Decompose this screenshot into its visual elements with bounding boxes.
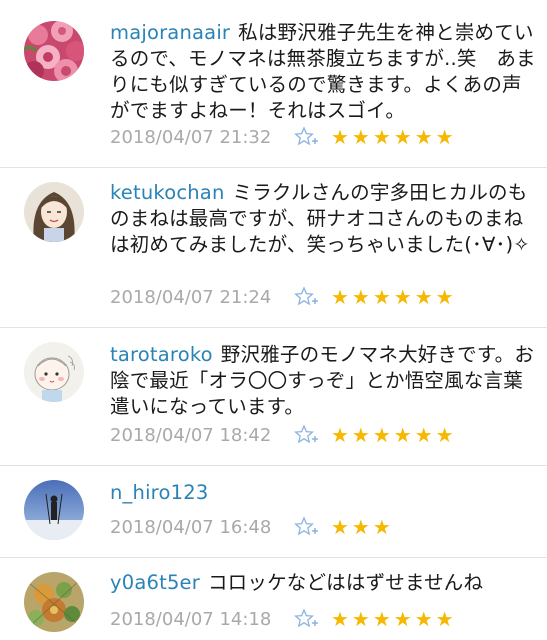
username-link[interactable]: y0a6t5er [110,571,200,594]
add-star-icon[interactable] [294,126,318,148]
comment-item: tarotaroko 野沢雅子のモノマネ大好きです。お陰で最近「オラ〇〇すっぞ」と… [0,328,547,466]
roses-photo-avatar-icon [24,21,84,81]
username-link[interactable]: tarotaroko [110,343,213,366]
timestamp: 2018/04/07 14:18 [110,608,272,630]
user-avatar[interactable] [24,21,84,81]
comment-body: tarotaroko 野沢雅子のモノマネ大好きです。お陰で最近「オラ〇〇すっぞ」と… [110,342,538,420]
baby-drawing-avatar-icon [24,342,84,402]
timestamp: 2018/04/07 16:48 [110,516,272,538]
comment-body: n_hiro123 [110,480,538,506]
comment-item: n_hiro123 2018/04/07 16:48 ★★★ [0,466,547,558]
comment-body: ketukochan ミラクルさんの宇多田ヒカルのものまねは最高ですが、研ナオコさ… [110,180,538,258]
timestamp: 2018/04/07 21:32 [110,126,272,148]
comment-meta: 2018/04/07 18:42 ★★★★★★ [110,423,457,447]
comment-item: y0a6t5er コロッケなどははずせませんね 2018/04/07 14:18 … [0,558,547,640]
comment-item: majoranaair 私は野沢雅子先生を神と崇めているので、モノマネは無茶腹立ち… [0,0,547,168]
comment-meta: 2018/04/07 21:32 ★★★★★★ [110,125,457,149]
timestamp: 2018/04/07 18:42 [110,424,272,446]
comment-list: majoranaair 私は野沢雅子先生を神と崇めているので、モノマネは無茶腹立ち… [0,0,547,640]
comment-body: y0a6t5er コロッケなどははずせませんね [110,570,538,596]
add-star-icon[interactable] [294,516,318,538]
user-avatar[interactable] [24,480,84,540]
star-rating: ★★★★★★ [331,607,457,631]
comment-meta: 2018/04/07 16:48 ★★★ [110,515,394,539]
add-star-icon[interactable] [294,608,318,630]
comment-meta: 2018/04/07 14:18 ★★★★★★ [110,607,457,631]
comment-item: ketukochan ミラクルさんの宇多田ヒカルのものまねは最高ですが、研ナオコさ… [0,168,547,328]
add-star-icon[interactable] [294,424,318,446]
username-link[interactable]: ketukochan [110,181,225,204]
username-link[interactable]: n_hiro123 [110,481,208,504]
skier-photo-avatar-icon [24,480,84,540]
girl-drawing-avatar-icon [24,182,84,242]
comment-meta: 2018/04/07 21:24 ★★★★★★ [110,285,457,309]
add-star-icon[interactable] [294,286,318,308]
user-avatar[interactable] [24,182,84,242]
user-avatar[interactable] [24,572,84,632]
comment-text: コロッケなどははずせませんね [207,571,484,594]
comment-body: majoranaair 私は野沢雅子先生を神と崇めているので、モノマネは無茶腹立ち… [110,20,538,124]
star-rating: ★★★★★★ [331,125,457,149]
timestamp: 2018/04/07 21:24 [110,286,272,308]
flower-art-avatar-icon [24,572,84,632]
user-avatar[interactable] [24,342,84,402]
star-rating: ★★★★★★ [331,285,457,309]
username-link[interactable]: majoranaair [110,21,230,44]
star-rating: ★★★ [331,515,394,539]
star-rating: ★★★★★★ [331,423,457,447]
